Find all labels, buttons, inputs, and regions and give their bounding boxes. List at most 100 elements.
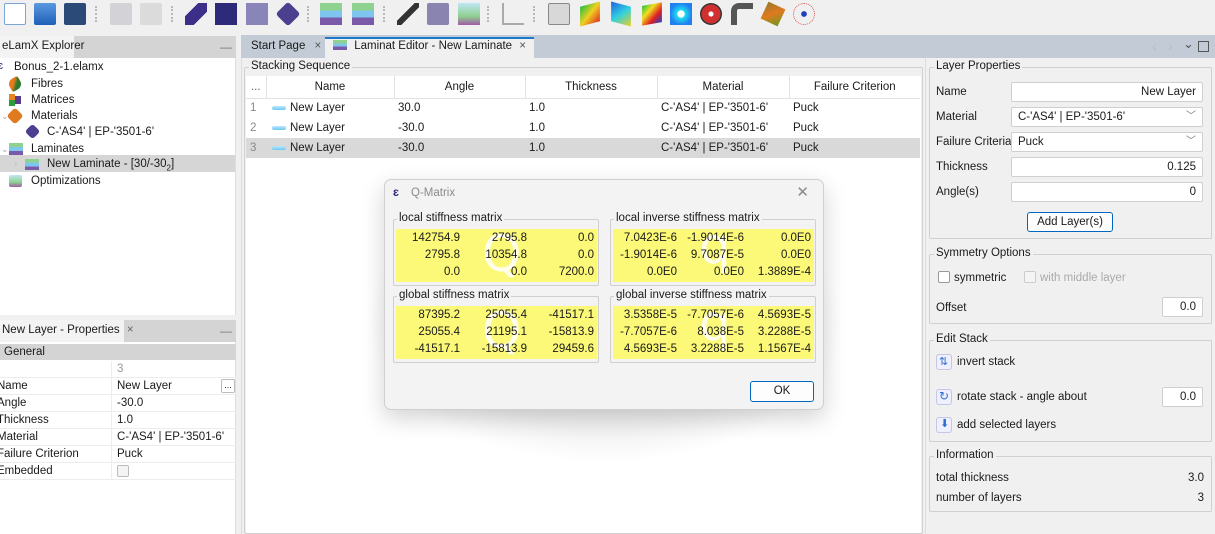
tabs-next-icon[interactable]: › [1168,38,1173,54]
failure-criteria-select[interactable]: Puck ﹀ [1011,132,1203,152]
pen-icon[interactable] [397,3,419,25]
matrix-cell: 4.5693E-5 [623,343,677,355]
q-matrix-dialog: ɛ Q-Matrix ✕ local stiffness matrix Q 14… [384,179,824,410]
matrix-cell: -7.7057E-6 [620,326,677,338]
add-fibre-icon[interactable] [185,3,207,25]
matrix-cell: 0.0 [444,266,460,278]
add-matrix-icon[interactable] [215,3,237,25]
calculator-icon[interactable] [548,3,570,25]
matrix-cell: 2795.8 [491,232,527,244]
remove-laminate-icon[interactable] [352,3,374,25]
tab-laminat-editor[interactable]: Laminat Editor - New Laminate × [325,37,535,58]
table-row[interactable]: 1 New Layer 30.0 1.0 C-'AS4' | EP-'3501-… [246,98,920,118]
matrix-cell: -15813.9 [548,326,594,338]
col-header-menu[interactable]: ... [246,76,267,99]
local-stiffness-grid: Q 142754.9 2795.8 0.0 2795.8 10354.8 0.0 0.0 0.… [396,229,597,282]
dialog-close-button[interactable]: ✕ [796,183,809,201]
matrix-cell: 1.1567E-4 [757,343,811,355]
add-selected-layers-icon[interactable]: ⬇ [936,417,952,433]
add-material-2-icon[interactable] [275,1,301,27]
tabs-prev-icon[interactable]: ‹ [1152,38,1157,54]
explorer-tab[interactable]: eLamX Explorer [0,36,84,58]
matrix-cell: 0.0E0 [780,249,811,261]
import-icon[interactable] [110,3,132,25]
embedded-checkbox[interactable] [117,465,129,477]
name-edit-button[interactable]: ... [221,379,235,393]
offset-input[interactable]: 0.0 [1162,297,1203,317]
triangle-ruler-icon[interactable] [502,3,524,25]
toolbar-separator [533,6,535,22]
network-icon[interactable] [793,3,815,25]
add-selected-layers-button[interactable]: add selected layers [957,419,1056,431]
global-inverse-stiffness-grid: q 3.5358E-5 -7.7057E-6 4.5693E-5 -7.7057E-6… [613,306,814,359]
add-layers-button[interactable]: Add Layer(s) [1027,212,1113,232]
editor-tab-bar: Start Page × Laminat Editor - New Lamina… [241,35,1215,58]
explorer-minimize-button[interactable]: — [220,40,232,54]
matrix-cell: 1.3889E-4 [757,266,811,278]
pipe-elbow-icon[interactable] [731,3,753,25]
symmetric-checkbox[interactable] [938,271,950,283]
middle-layer-checkbox[interactable] [1024,271,1036,283]
surface-plot-2-icon[interactable] [611,1,631,27]
col-header-name[interactable]: Name [266,76,395,99]
hole-plate-icon[interactable] [670,3,692,25]
expand-chevron-icon[interactable]: ⌄ [1,141,9,157]
prop-row-failure-criterion[interactable]: Failure Criterion Puck [0,446,236,463]
material-item-icon [24,123,41,140]
prop-row-embedded[interactable]: Embedded [0,463,236,480]
laminates-icon [9,143,23,155]
toolbar-separator [487,6,489,22]
angles-input[interactable]: 0 [1011,182,1203,202]
table-row-selected[interactable]: 3 New Layer -30.0 1.0 C-'AS4' | EP-'3501… [246,138,920,158]
properties-tab[interactable]: New Layer - Properties × [0,320,134,342]
col-header-material[interactable]: Material [657,76,790,99]
invert-stack-icon[interactable]: ⇅ [936,354,952,370]
rotate-stack-button[interactable]: rotate stack - angle about [957,391,1087,403]
thickness-input[interactable]: 0.125 [1011,157,1203,177]
toolbar-separator [171,6,173,22]
toolbar-separator [383,6,385,22]
properties-section-general[interactable]: General [0,344,236,360]
matrix-cell: 3.2288E-5 [757,326,811,338]
tab-start-page[interactable]: Start Page × [243,37,329,58]
layer-name-input[interactable]: New Layer [1011,82,1203,102]
expand-chevron-right-icon[interactable]: › [14,156,17,172]
tab-close-icon[interactable]: × [315,40,322,52]
matrix-cell: 0.0E0 [780,232,811,244]
col-header-thickness[interactable]: Thickness [525,76,658,99]
wheel-icon[interactable] [700,3,722,25]
layer-icon [272,145,286,150]
cube-icon[interactable] [427,3,449,25]
ok-button[interactable]: OK [750,381,814,402]
prop-row-angle[interactable]: Angle -30.0 [0,395,236,412]
export-icon[interactable] [140,3,162,25]
matrix-cell: 4.5693E-5 [757,309,811,321]
rotate-angle-input[interactable]: 0.0 [1162,387,1203,407]
properties-minimize-button[interactable]: — [220,324,232,338]
explorer-title: eLamX Explorer [2,40,85,52]
tabs-menu-icon[interactable]: ⌄ [1183,36,1194,52]
properties-close-icon[interactable]: × [127,324,134,336]
matrix-cell: 10354.8 [485,249,527,261]
col-header-angle[interactable]: Angle [394,76,526,99]
add-laminate-icon[interactable] [320,3,342,25]
invert-stack-button[interactable]: invert stack [957,356,1015,368]
rotate-stack-icon[interactable]: ↻ [936,389,952,405]
maximize-icon[interactable] [1198,41,1209,52]
add-material-icon[interactable] [246,3,268,25]
laminate-item-icon [25,159,39,170]
prop-row-thickness[interactable]: Thickness 1.0 [0,412,236,429]
new-file-icon[interactable] [4,3,26,25]
open-folder-icon[interactable] [34,3,56,25]
prop-row-name[interactable]: Name New Layer ... [0,378,236,395]
table-row[interactable]: 2 New Layer -30.0 1.0 C-'AS4' | EP-'3501… [246,118,920,138]
save-icon[interactable] [64,3,86,25]
tab-close-icon[interactable]: × [519,40,526,52]
prop-row-material[interactable]: Material C-'AS4' | EP-'3501-6' [0,429,236,446]
material-select[interactable]: C-'AS4' | EP-'3501-6' ﹀ [1011,107,1203,127]
col-header-failure-criterion[interactable]: Failure Criterion [789,76,920,99]
surface-plot-3-icon[interactable] [642,2,662,26]
optimization-icon[interactable] [458,3,480,25]
surface-plot-1-icon[interactable] [580,1,600,27]
beam-icon[interactable] [760,1,786,27]
